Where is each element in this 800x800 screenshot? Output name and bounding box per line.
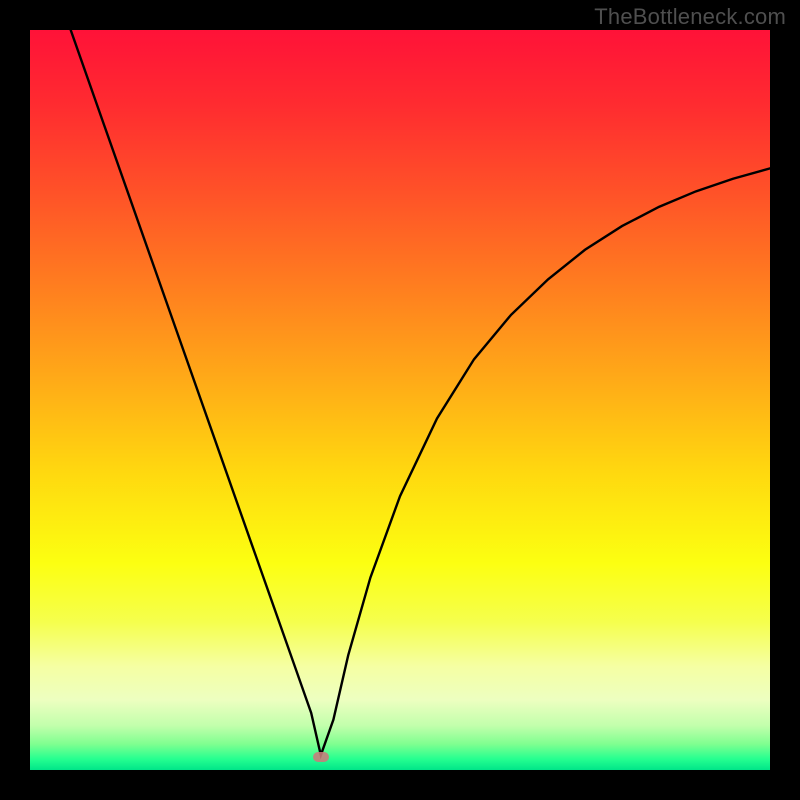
curve-layer	[30, 30, 770, 770]
chart-frame: TheBottleneck.com	[0, 0, 800, 800]
plot-area	[30, 30, 770, 770]
attribution-text: TheBottleneck.com	[594, 4, 786, 30]
optimal-marker	[313, 752, 329, 762]
bottleneck-curve	[71, 30, 770, 755]
